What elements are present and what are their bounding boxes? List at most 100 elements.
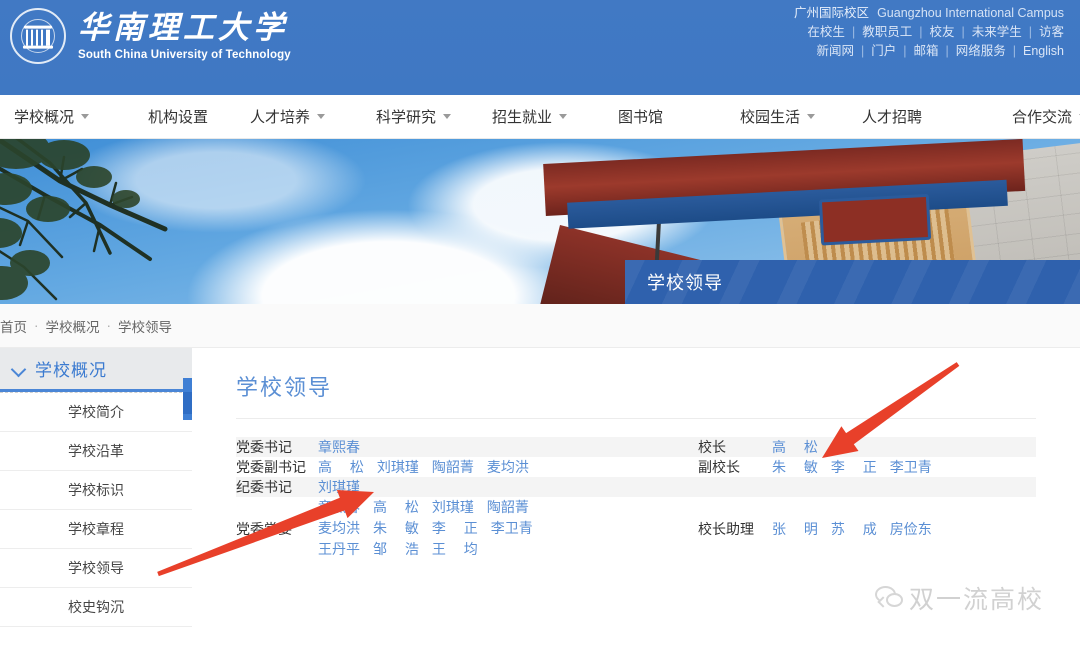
column-gap: [666, 457, 698, 477]
person-link[interactable]: 陶韶菁: [487, 499, 529, 515]
audience-link-row: 在校生 | 教职员工 | 校友 | 未来学生 | 访客: [794, 23, 1064, 42]
person-link[interactable]: 李卫青: [890, 459, 932, 475]
university-crest-icon: [10, 8, 66, 64]
person-link[interactable]: 麦均洪: [318, 520, 360, 536]
person-link[interactable]: 房俭东: [890, 521, 932, 537]
person-link[interactable]: 陶韶菁: [432, 459, 474, 475]
nav-item-5[interactable]: 招生就业: [492, 106, 568, 127]
name-cell: 朱 敏李 正李卫青: [772, 457, 1036, 477]
person-link[interactable]: 高 松: [373, 499, 426, 515]
person-link[interactable]: 王 均: [432, 541, 485, 557]
person-link[interactable]: 麦均洪: [487, 459, 529, 475]
person-link[interactable]: 章熙春: [318, 439, 360, 455]
person-link[interactable]: 高 松: [772, 439, 825, 455]
link-separator: |: [851, 25, 856, 39]
person-link[interactable]: 朱 敏: [373, 520, 426, 536]
person-link[interactable]: 章熙春: [318, 499, 360, 515]
chevron-down-icon: [443, 114, 452, 119]
site-brand[interactable]: 华南理工大学 South China University of Technol…: [10, 8, 291, 64]
brand-name-cn: 华南理工大学: [78, 10, 288, 46]
nav-item-label: 人才招聘: [862, 109, 923, 126]
person-link[interactable]: 刘琪瑾: [318, 479, 360, 495]
person-link[interactable]: 李卫青: [491, 520, 533, 536]
link-separator: |: [860, 44, 865, 58]
nav-item-2[interactable]: 机构设置: [148, 106, 208, 127]
sidebar-scrollbar-thumb[interactable]: [183, 392, 192, 414]
role-label: 副校长: [698, 459, 741, 475]
header-link-1[interactable]: 新闻网: [816, 44, 854, 58]
person-link[interactable]: 苏 成: [831, 521, 884, 537]
sidebar: 学校概况 学校简介学校沿革学校标识学校章程学校领导校史钩沉: [0, 348, 192, 627]
nav-item-label: 机构设置: [148, 109, 209, 126]
sidebar-item-6[interactable]: 校史钩沉: [0, 588, 192, 627]
role-label: 纪委书记: [236, 477, 318, 497]
chevron-down-icon: [559, 114, 568, 119]
person-link[interactable]: 李 正: [432, 520, 485, 536]
link-separator: |: [1028, 25, 1032, 39]
link-separator: |: [903, 44, 907, 58]
nav-item-1[interactable]: 学校概况: [14, 106, 90, 127]
sidebar-item-label: 学校简介: [68, 404, 124, 420]
campus-link-row: 广州国际校区 Guangzhou International Campus: [794, 4, 1064, 23]
nav-item-3[interactable]: 人才培养: [250, 106, 326, 127]
person-link[interactable]: 朱 敏: [772, 459, 825, 475]
sidebar-item-1[interactable]: 学校简介: [0, 393, 192, 432]
person-link[interactable]: 张 明: [772, 521, 825, 537]
nav-item-label: 校园生活: [740, 109, 801, 126]
header-link-4[interactable]: 未来学生: [972, 25, 1022, 39]
breadcrumb-item-1[interactable]: 首页: [0, 316, 27, 336]
person-link[interactable]: 王丹平: [318, 541, 360, 557]
nav-item-8[interactable]: 人才招聘: [862, 106, 922, 127]
person-link[interactable]: 刘琪瑾: [432, 499, 474, 515]
sidebar-item-label: 校史钩沉: [68, 599, 124, 615]
sidebar-item-list: 学校简介学校沿革学校标识学校章程学校领导校史钩沉: [0, 393, 192, 627]
header-link-2[interactable]: 门户: [871, 44, 896, 58]
name-cell: 刘琪瑾: [318, 477, 667, 497]
column-gap: [666, 477, 699, 497]
header-link-3[interactable]: 校友: [929, 25, 954, 39]
nav-item-6[interactable]: 图书馆: [618, 106, 663, 127]
name-cell: [772, 477, 1036, 497]
header-link-3[interactable]: 邮箱: [913, 44, 938, 58]
name-cell: 高 松: [772, 437, 1036, 457]
person-link[interactable]: 李 正: [831, 459, 884, 475]
sidebar-item-5[interactable]: 学校领导: [0, 549, 192, 588]
campus-link-cn[interactable]: 广州国际校区: [794, 6, 869, 20]
nav-item-9[interactable]: 合作交流: [1012, 106, 1080, 127]
sidebar-item-2[interactable]: 学校沿革: [0, 432, 192, 471]
header-link-4[interactable]: 网络服务: [956, 44, 1006, 58]
nav-item-7[interactable]: 校园生活: [740, 106, 816, 127]
sidebar-item-4[interactable]: 学校章程: [0, 510, 192, 549]
header-link-2[interactable]: 教职员工: [862, 25, 912, 39]
sidebar-heading[interactable]: 学校概况: [0, 348, 192, 392]
sidebar-item-label: 学校标识: [68, 482, 124, 498]
chevron-down-icon: [807, 114, 816, 119]
person-link[interactable]: 刘琪瑾: [377, 459, 419, 475]
column-gap: [666, 437, 699, 457]
sidebar-item-3[interactable]: 学校标识: [0, 471, 192, 510]
page-title: 学校领导: [236, 370, 1036, 419]
sidebar-heading-label: 学校概况: [35, 361, 107, 380]
person-link[interactable]: 邹 浩: [373, 541, 426, 557]
role-label: 校长助理: [698, 520, 755, 537]
header-link-1[interactable]: 在校生: [807, 25, 845, 39]
campus-link-en[interactable]: Guangzhou International Campus: [877, 6, 1064, 20]
page-banner: 学校领导: [0, 139, 1080, 304]
header-link-5[interactable]: English: [1023, 44, 1064, 58]
person-link[interactable]: 高 松: [318, 459, 371, 475]
main-content: 学校领导 党委书记 章熙春 校长高 松党委副书记高 松刘琪瑾 陶韶菁 麦均洪 副校长朱 敏…: [192, 348, 1080, 627]
main-navigation: 学校概况 机构设置 人才培养 科学研究 招生就业 图书馆 校园生活 人才招聘 合作交流: [0, 95, 1080, 139]
nav-item-label: 科学研究: [376, 109, 437, 126]
nav-item-label: 图书馆: [618, 109, 664, 126]
sidebar-item-label: 学校领导: [68, 560, 124, 576]
nav-item-label: 人才培养: [250, 109, 311, 126]
header-link-5[interactable]: 访客: [1039, 25, 1064, 39]
nav-item-label: 学校概况: [14, 109, 75, 126]
table-row: 党委副书记高 松刘琪瑾 陶韶菁 麦均洪 副校长 朱 敏李 正李卫青: [236, 457, 1036, 477]
link-separator: |: [1012, 44, 1016, 58]
sidebar-item-label: 学校沿革: [68, 443, 124, 459]
breadcrumb-item-3[interactable]: 学校领导: [118, 316, 172, 336]
nav-item-4[interactable]: 科学研究: [376, 106, 452, 127]
role-label: 党委副书记: [236, 459, 306, 475]
breadcrumb-item-2[interactable]: 学校概况: [46, 316, 100, 336]
